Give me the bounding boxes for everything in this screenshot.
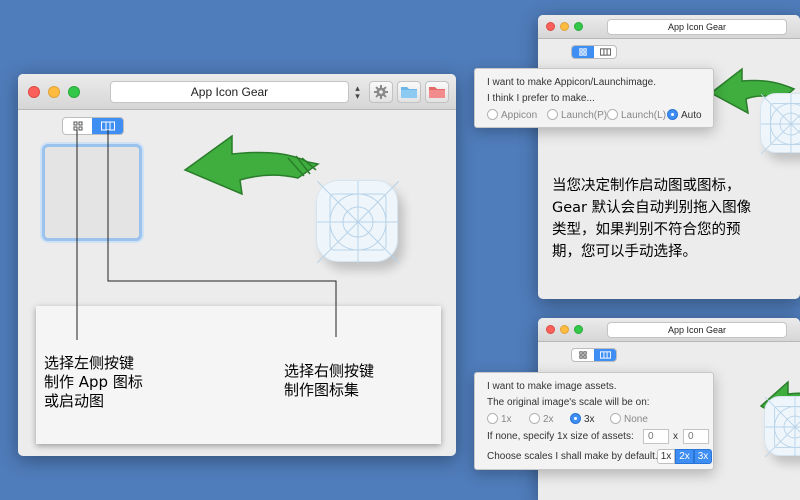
top-right-window: App Icon Gear 当您决定制作启动图或图标， Gear 默认会自动判别… (538, 15, 800, 299)
option-appicon[interactable]: Appicon (487, 109, 537, 121)
radio-launch-l[interactable] (607, 109, 618, 120)
br-zoom-button[interactable] (574, 325, 583, 334)
tr-zoom-button[interactable] (574, 22, 583, 31)
scale-option-1x[interactable]: 1x (487, 413, 512, 425)
top-right-titlebar: App Icon Gear (538, 15, 800, 39)
size-separator: x (673, 431, 678, 442)
tr-mode-segmented-control[interactable] (571, 45, 617, 59)
tr-imageset-mode-button[interactable] (594, 46, 616, 58)
main-window: App Icon Gear ▴ ▾ 选择左侧按键 制作 App 图标 或启动图 … (18, 74, 456, 456)
option-launch-p[interactable]: Launch(P) (547, 109, 607, 121)
imageset-icon (599, 351, 611, 359)
make-scales-label: Choose scales I shall make by default. (487, 451, 658, 462)
grid-icon (579, 351, 587, 359)
br-appicon-mode-button[interactable] (572, 349, 594, 361)
imageset-icon (599, 48, 611, 56)
br-close-button[interactable] (546, 325, 555, 334)
width-input[interactable]: 0 (643, 429, 669, 444)
radio-1x[interactable] (487, 413, 498, 424)
tr-close-button[interactable] (546, 22, 555, 31)
radio-3x[interactable] (570, 413, 581, 424)
template-grid-icon (760, 93, 800, 155)
scale-option-2x[interactable]: 2x (529, 413, 554, 425)
size-label: If none, specify 1x size of assets: (487, 431, 634, 442)
annotation-connectors (76, 130, 337, 340)
option-auto[interactable]: Auto (667, 109, 702, 121)
scale-option-none[interactable]: None (610, 413, 648, 425)
tr-title-text: App Icon Gear (667, 22, 727, 32)
make-2x-toggle[interactable]: 2x (675, 449, 694, 464)
radio-2x[interactable] (529, 413, 540, 424)
br-mode-segmented-control[interactable] (571, 348, 617, 362)
scale-option-3x[interactable]: 3x (570, 413, 595, 425)
tr-prompt-1: I want to make Appicon/Launchimage. (487, 77, 656, 88)
br-prompt-2: The original image's scale will be on: (487, 397, 650, 408)
bottom-right-titlebar: App Icon Gear (538, 318, 800, 342)
height-input[interactable]: 0 (683, 429, 709, 444)
tr-prompt-2: I think I prefer to make... (487, 93, 595, 104)
tr-minimize-button[interactable] (560, 22, 569, 31)
option-launch-l[interactable]: Launch(L) (607, 109, 666, 121)
image-assets-popover: I want to make image assets. The origina… (474, 372, 714, 470)
br-minimize-button[interactable] (560, 325, 569, 334)
br-title-text: App Icon Gear (667, 325, 727, 335)
tr-appicon-mode-button[interactable] (572, 46, 594, 58)
tr-description-text: 当您决定制作启动图或图标， Gear 默认会自动判别拖入图像 类型，如果判别不符… (552, 178, 752, 260)
launch-type-popover: I want to make Appicon/Launchimage. I th… (474, 68, 714, 128)
template-grid-icon (764, 396, 800, 458)
radio-none[interactable] (610, 413, 621, 424)
make-3x-toggle[interactable]: 3x (694, 449, 712, 464)
br-app-icon-template (764, 396, 800, 458)
br-title-field[interactable]: App Icon Gear (607, 322, 787, 338)
radio-auto[interactable] (667, 109, 678, 120)
tr-app-icon-template (760, 93, 800, 155)
br-prompt-1: I want to make image assets. (487, 381, 617, 392)
make-1x-toggle[interactable]: 1x (657, 449, 675, 464)
grid-icon (579, 48, 587, 56)
radio-launch-p[interactable] (547, 109, 558, 120)
br-imageset-mode-button[interactable] (594, 349, 616, 361)
tr-title-field[interactable]: App Icon Gear (607, 19, 787, 35)
radio-appicon[interactable] (487, 109, 498, 120)
